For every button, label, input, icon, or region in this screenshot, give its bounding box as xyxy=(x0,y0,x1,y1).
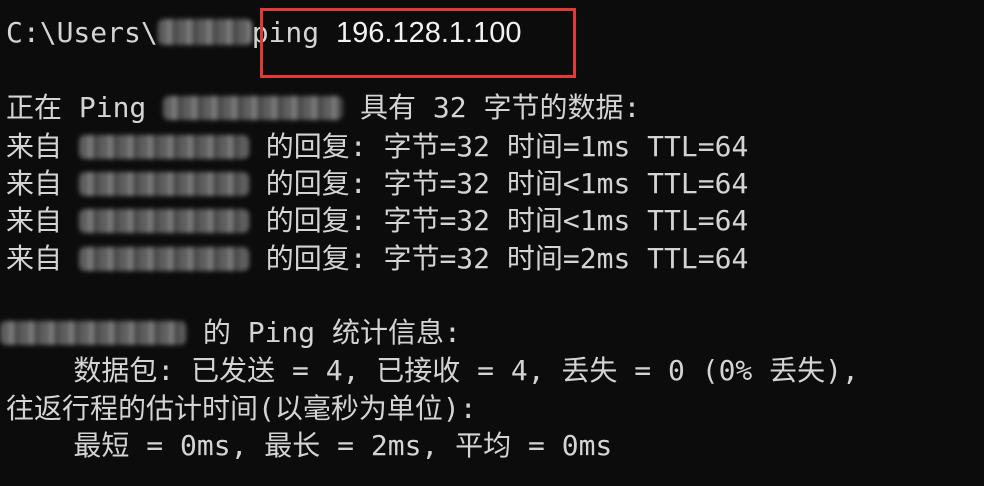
redacted-address xyxy=(0,321,186,345)
reply-from: 来自 xyxy=(6,204,63,237)
redacted-address xyxy=(78,172,249,196)
reply-from: 来自 xyxy=(6,130,63,163)
stats-packets: 数据包: 已发送 = 4, 已接收 = 4, 丢失 = 0 (0% 丢失), xyxy=(6,354,859,387)
rtt-values: 最短 = 0ms, 最长 = 2ms, 平均 = 0ms xyxy=(6,429,613,462)
prompt-path: C:\Users\ xyxy=(6,16,158,49)
reply-text: 的回复: 字节=32 时间=2ms TTL=64 xyxy=(265,242,749,275)
terminal-window[interactable]: C:\Users\ ping 196.128.1.100 正在 Ping 具有 3… xyxy=(0,0,984,486)
ping-header-suffix: 具有 32 字节的数据: xyxy=(360,91,641,124)
reply-text: 的回复: 字节=32 时间<1ms TTL=64 xyxy=(265,204,749,237)
highlight-box xyxy=(260,8,576,78)
redacted-address xyxy=(78,209,249,233)
redacted-address xyxy=(78,135,249,159)
reply-from: 来自 xyxy=(6,242,63,275)
reply-line: 来自 的回复: 字节=32 时间<1ms TTL=64 xyxy=(6,165,748,202)
redacted-address xyxy=(163,96,344,120)
ping-header-prefix: 正在 Ping xyxy=(6,91,147,124)
ping-header: 正在 Ping 具有 32 字节的数据: xyxy=(6,89,640,126)
rtt-title: 往返行程的估计时间(以毫秒为单位): xyxy=(6,392,477,425)
redacted-address xyxy=(78,247,249,271)
reply-text: 的回复: 字节=32 时间=1ms TTL=64 xyxy=(265,130,749,163)
stats-title-text: 的 Ping 统计信息: xyxy=(202,316,461,349)
reply-line: 来自 的回复: 字节=32 时间=2ms TTL=64 xyxy=(6,240,748,277)
reply-from: 来自 xyxy=(6,167,63,200)
reply-line: 来自 的回复: 字节=32 时间<1ms TTL=64 xyxy=(6,202,748,239)
stats-title: 的 Ping 统计信息: xyxy=(0,314,461,351)
reply-line: 来自 的回复: 字节=32 时间=1ms TTL=64 xyxy=(6,128,748,165)
redacted-username xyxy=(157,19,252,45)
reply-text: 的回复: 字节=32 时间<1ms TTL=64 xyxy=(265,167,749,200)
